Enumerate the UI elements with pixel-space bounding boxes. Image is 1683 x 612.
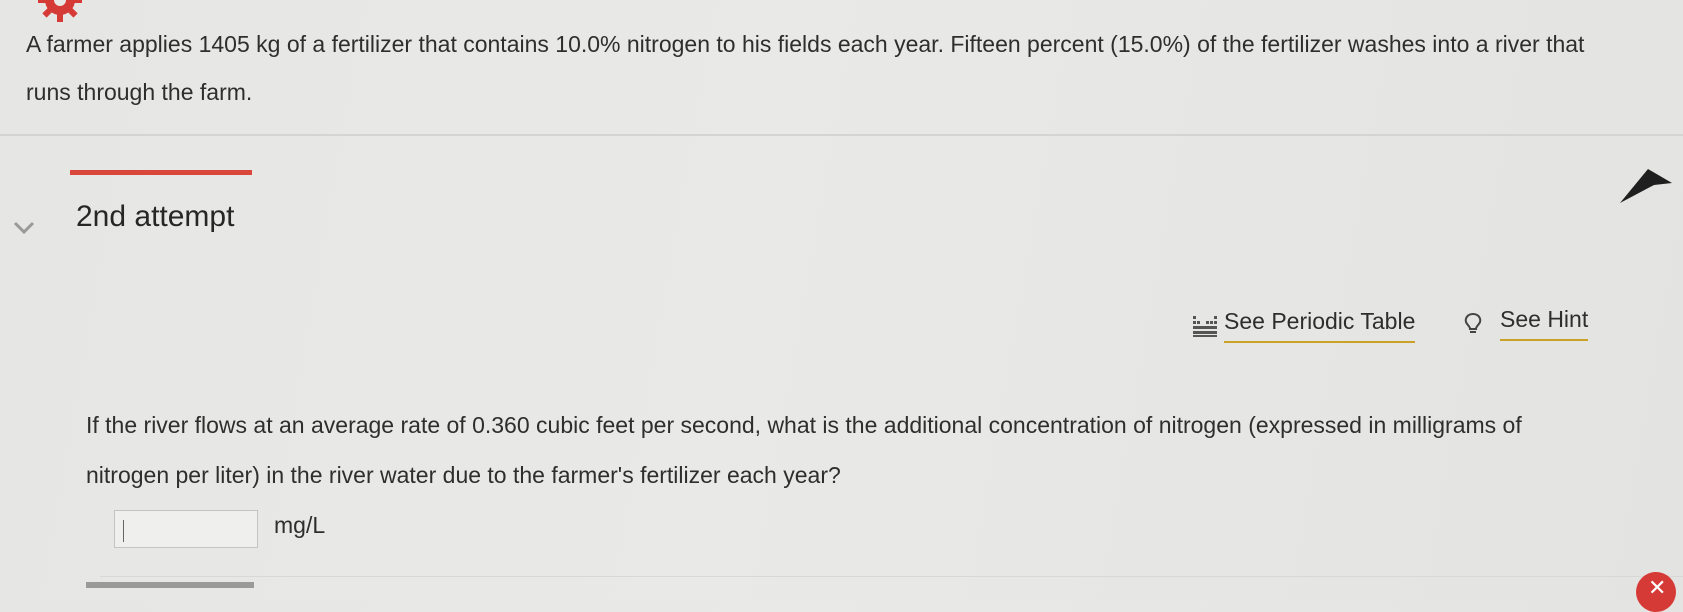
see-periodic-table-label[interactable]: See Periodic Table [1224,308,1416,343]
answer-input[interactable] [114,510,258,548]
bottom-progress-bar [86,582,254,588]
attempt-title: 2nd attempt [76,200,235,233]
chevron-down-icon[interactable] [12,220,36,236]
periodic-table-icon [1193,315,1217,337]
attempt-indicator-bar [70,170,252,175]
see-periodic-table-link[interactable]: See Periodic Table [1192,308,1416,343]
text-caret [123,520,124,542]
unit-label: mg/L [274,512,326,538]
close-icon: ✕ [1648,576,1667,601]
see-hint-link[interactable]: See Hint [1462,306,1589,341]
gear-icon [38,0,82,22]
lightbulb-icon [1464,312,1482,333]
lower-divider [100,576,1683,577]
close-badge[interactable]: ✕ [1636,572,1676,612]
mouse-cursor-icon [1620,169,1672,203]
section-divider [0,134,1683,136]
question-text: If the river flows at an average rate of… [86,412,1522,488]
problem-statement: A farmer applies 1405 kg of a fertilizer… [26,31,1585,105]
see-hint-label[interactable]: See Hint [1500,306,1589,341]
